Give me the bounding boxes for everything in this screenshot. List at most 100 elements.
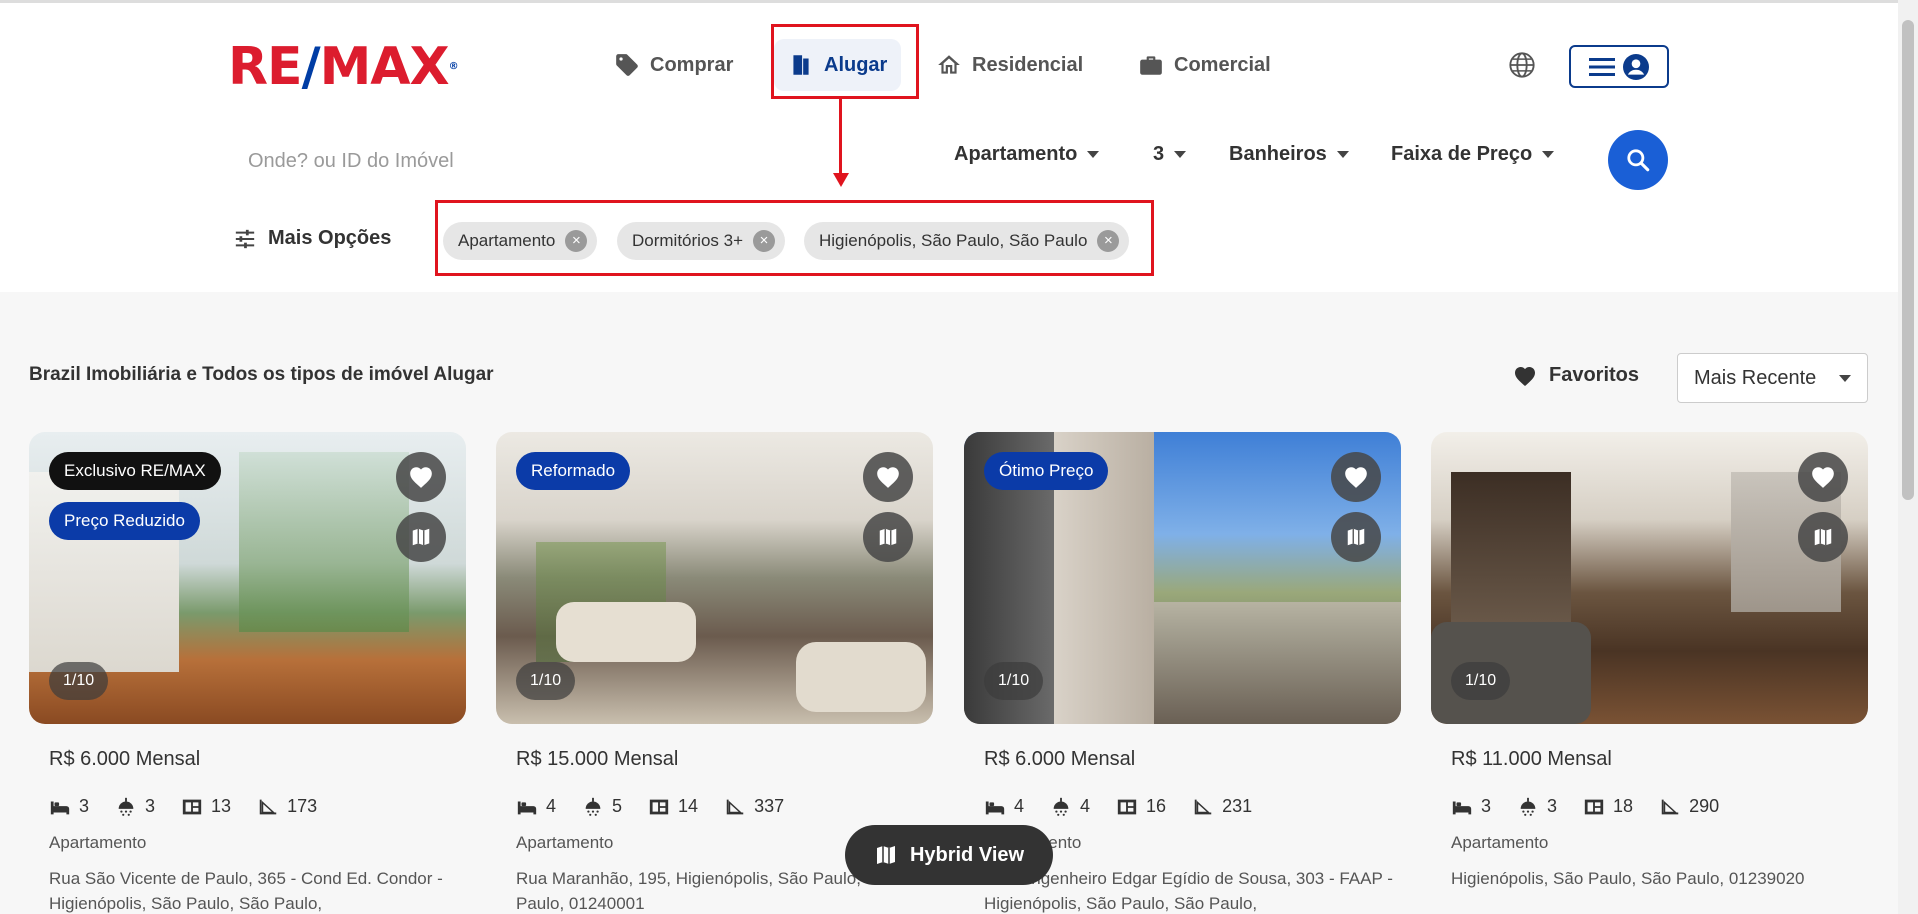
account-menu-button[interactable] xyxy=(1569,45,1669,88)
briefcase-icon xyxy=(1140,56,1162,75)
listing-card[interactable]: Reformado 1/10 R$ 15.000 Mensal 4 5 14 3… xyxy=(496,432,933,913)
hybrid-view-button[interactable]: Hybrid View xyxy=(845,825,1053,885)
chevron-down-icon xyxy=(1087,151,1100,158)
site-header: RE/MAX® Comprar Alugar Residencial Comer… xyxy=(0,0,1898,292)
floorplan-icon xyxy=(182,799,202,814)
bedrooms-value: 3 xyxy=(1153,143,1165,165)
shower-icon xyxy=(1053,797,1069,816)
area-icon xyxy=(1661,799,1679,814)
area-icon xyxy=(726,799,744,814)
price-range-dropdown[interactable]: Faixa de Preço xyxy=(1391,143,1555,166)
area-value: 173 xyxy=(287,796,318,816)
nav-residencial-label: Residencial xyxy=(972,53,1084,76)
map-button[interactable] xyxy=(396,512,446,562)
results-title: Brazil Imobiliária e Todos os tipos de i… xyxy=(29,364,494,385)
remax-logo[interactable]: RE/MAX® xyxy=(228,39,459,95)
close-icon[interactable]: × xyxy=(1097,230,1120,252)
listing-features: 3 3 13 173 xyxy=(49,796,317,817)
listing-features: 3 3 18 290 xyxy=(1451,796,1719,817)
listing-card[interactable]: 1/10 R$ 11.000 Mensal 3 3 18 290 Apartam… xyxy=(1431,432,1868,888)
nav-comprar[interactable]: Comprar xyxy=(600,39,747,91)
listing-photo[interactable]: Exclusivo RE/MAX Preço Reduzido 1/10 xyxy=(29,432,466,724)
listing-price: R$ 11.000 Mensal xyxy=(1451,748,1612,770)
favorite-button[interactable] xyxy=(396,452,446,502)
chip-label: Dormitórios 3+ xyxy=(632,231,744,250)
map-button[interactable] xyxy=(863,512,913,562)
map-button[interactable] xyxy=(1331,512,1381,562)
globe-icon[interactable] xyxy=(1508,51,1536,79)
bed-icon xyxy=(985,801,1005,814)
rooms-count: 13 xyxy=(211,796,232,816)
listing-photo[interactable]: Ótimo Preço 1/10 xyxy=(964,432,1401,724)
listing-address: Higienópolis, São Paulo, São Paulo, 0123… xyxy=(1451,869,1805,888)
sliders-icon xyxy=(235,229,255,248)
user-icon xyxy=(1623,53,1649,80)
beds-count: 3 xyxy=(1481,796,1492,816)
bed-icon xyxy=(1452,801,1472,814)
heart-icon xyxy=(877,467,899,488)
reduced-price-badge: Preço Reduzido xyxy=(49,502,200,540)
nav-comercial-label: Comercial xyxy=(1174,53,1271,76)
baths-count: 4 xyxy=(1080,796,1091,816)
photo-counter: 1/10 xyxy=(984,662,1044,700)
favorite-button[interactable] xyxy=(1798,452,1848,502)
filter-chip-apartamento: Apartamento × xyxy=(443,222,598,260)
chip-label: Apartamento xyxy=(458,231,556,250)
chevron-down-icon xyxy=(1542,151,1555,158)
floorplan-icon xyxy=(1584,799,1604,814)
property-type-value: Apartamento xyxy=(954,143,1078,165)
heart-icon xyxy=(1812,467,1834,488)
bedrooms-dropdown[interactable]: 3 xyxy=(1153,143,1187,166)
map-icon xyxy=(876,846,895,864)
listing-photo[interactable]: 1/10 xyxy=(1431,432,1868,724)
chevron-down-icon xyxy=(1839,374,1851,382)
map-button[interactable] xyxy=(1798,512,1848,562)
listing-card[interactable]: Exclusivo RE/MAX Preço Reduzido 1/10 R$ … xyxy=(29,432,466,913)
hamburger-icon xyxy=(1589,57,1615,76)
bathrooms-dropdown[interactable]: Banheiros xyxy=(1229,143,1349,166)
search-button[interactable] xyxy=(1608,130,1668,190)
listing-type: Apartamento xyxy=(1451,833,1549,852)
baths-count: 5 xyxy=(612,796,623,816)
more-options-button[interactable]: Mais Opções xyxy=(234,227,391,250)
bathrooms-value: Banheiros xyxy=(1229,143,1327,165)
scrollbar-thumb[interactable] xyxy=(1902,20,1914,500)
favorite-button[interactable] xyxy=(1331,452,1381,502)
heart-icon xyxy=(1515,366,1535,386)
baths-count: 3 xyxy=(1547,796,1558,816)
price-range-value: Faixa de Preço xyxy=(1391,143,1533,165)
close-icon[interactable]: × xyxy=(565,230,588,252)
map-icon xyxy=(1347,528,1365,546)
beds-count: 3 xyxy=(79,796,90,816)
filter-chip-dormitorios: Dormitórios 3+ × xyxy=(617,222,786,260)
listing-features: 4 4 16 231 xyxy=(984,796,1252,817)
photo-counter: 1/10 xyxy=(516,662,576,700)
sort-dropdown[interactable]: Mais Recente xyxy=(1677,353,1868,403)
nav-residencial[interactable]: Residencial xyxy=(922,39,1097,91)
more-options-label: Mais Opções xyxy=(268,227,392,249)
nav-alugar[interactable]: Alugar xyxy=(774,39,902,91)
page-scrollbar[interactable] xyxy=(1898,0,1918,914)
tag-icon xyxy=(616,54,638,76)
favorite-button[interactable] xyxy=(863,452,913,502)
heart-icon xyxy=(410,467,432,488)
close-icon[interactable]: × xyxy=(753,230,776,252)
area-value: 231 xyxy=(1222,796,1253,816)
sort-value: Mais Recente xyxy=(1694,366,1817,389)
property-type-dropdown[interactable]: Apartamento xyxy=(954,143,1100,166)
favorites-label: Favoritos xyxy=(1549,364,1640,386)
beds-count: 4 xyxy=(1014,796,1025,816)
chevron-down-icon xyxy=(1336,151,1349,158)
listing-card[interactable]: Ótimo Preço 1/10 R$ 6.000 Mensal 4 4 16 … xyxy=(964,432,1401,913)
location-search-input[interactable] xyxy=(230,141,710,181)
listing-photo[interactable]: Reformado 1/10 xyxy=(496,432,933,724)
area-icon xyxy=(259,799,277,814)
nav-comprar-label: Comprar xyxy=(650,53,734,76)
favorites-link[interactable]: Favoritos xyxy=(1513,364,1639,387)
listing-price: R$ 15.000 Mensal xyxy=(516,748,679,770)
map-icon xyxy=(1814,528,1832,546)
nav-comercial[interactable]: Comercial xyxy=(1124,39,1285,91)
floorplan-icon xyxy=(1117,799,1137,814)
renovated-badge: Reformado xyxy=(516,452,631,490)
hybrid-view-label: Hybrid View xyxy=(909,843,1025,866)
